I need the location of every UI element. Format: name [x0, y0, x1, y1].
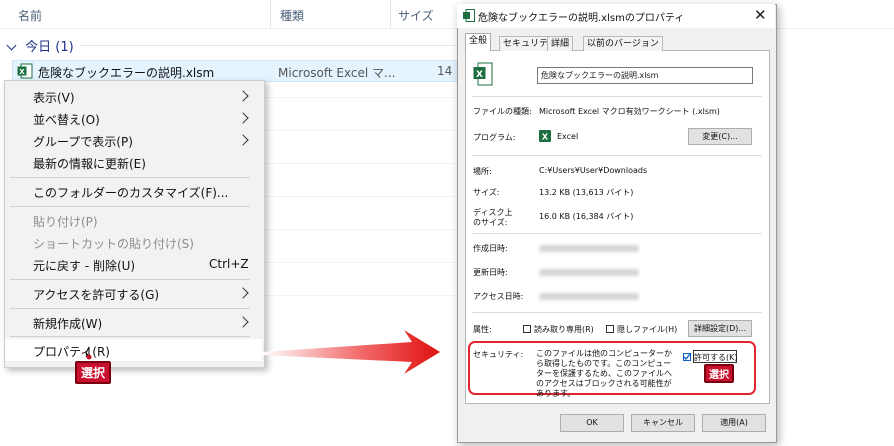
ok-button[interactable]: OK: [560, 414, 624, 432]
section-divider: [472, 312, 762, 313]
menu-item-view[interactable]: 表示(V): [33, 89, 75, 106]
size-label: サイズ:: [473, 188, 500, 197]
svg-text:X: X: [542, 133, 549, 142]
readonly-checkbox[interactable]: [523, 325, 531, 333]
file-type-value: Microsoft Excel マクロ有効ワークシート (.xlsm): [539, 107, 720, 116]
modified-label: 更新日時:: [473, 268, 508, 277]
select-annotation-badge-2: 選択: [704, 364, 734, 383]
location-value: C:¥Users¥User¥Downloads: [539, 166, 648, 175]
hidden-checkbox[interactable]: [606, 325, 614, 333]
group-header-today[interactable]: 今日 (1): [6, 36, 74, 55]
menu-item-give-access[interactable]: アクセスを許可する(G): [33, 286, 159, 303]
menu-separator: [10, 308, 250, 309]
accessed-label: アクセス日時:: [473, 292, 524, 301]
file-name: 危険なブックエラーの説明.xlsm: [38, 66, 215, 80]
select-annotation-badge: 選択: [75, 361, 112, 384]
size-value: 13.2 KB (13,613 バイト): [539, 188, 634, 197]
svg-text:X: X: [476, 70, 483, 80]
menu-item-new[interactable]: 新規作成(W): [33, 315, 102, 332]
section-divider: [472, 233, 762, 234]
hidden-label: 隠しファイル(H): [617, 325, 678, 334]
column-divider[interactable]: [390, 0, 391, 28]
row-divider: [265, 295, 455, 296]
allow-label[interactable]: 許可する(K): [694, 352, 738, 363]
svg-text:X: X: [19, 68, 25, 76]
section-divider: [472, 96, 762, 97]
allow-checkbox[interactable]: [683, 353, 691, 361]
program-label: プログラム:: [473, 133, 516, 142]
advanced-attributes-button[interactable]: 詳細設定(D)...: [688, 320, 752, 337]
row-divider: [265, 130, 455, 131]
row-divider: [265, 97, 455, 98]
shortcut-text: Ctrl+Z: [209, 257, 249, 271]
close-icon[interactable]: ✕: [754, 6, 767, 24]
menu-item-customize-folder[interactable]: このフォルダーのカスタマイズ(F)...: [33, 184, 228, 201]
program-value: Excel: [557, 132, 579, 141]
checkmark-icon: [683, 353, 691, 361]
accessed-value-redacted: [539, 293, 639, 300]
excel-file-large-icon: X: [473, 62, 493, 86]
column-header-type[interactable]: 種類: [280, 7, 304, 24]
group-label: 今日 (1): [25, 40, 74, 55]
menu-item-sort[interactable]: 並べ替え(O): [33, 111, 100, 128]
tab-details[interactable]: 詳細: [547, 36, 574, 51]
column-header-name[interactable]: 名前: [18, 7, 42, 24]
apply-button[interactable]: 適用(A): [702, 414, 766, 432]
menu-separator: [10, 206, 250, 207]
row-divider: [265, 163, 455, 164]
arrow-icon: [262, 330, 440, 374]
menu-item-properties[interactable]: プロパティ(R): [33, 343, 110, 360]
row-divider: [265, 196, 455, 197]
menu-separator: [10, 177, 250, 178]
disk-size-value: 16.0 KB (16,384 バイト): [539, 212, 634, 221]
created-value-redacted: [539, 245, 639, 252]
menu-item-refresh[interactable]: 最新の情報に更新(E): [33, 155, 146, 172]
row-divider: [265, 262, 455, 263]
readonly-label: 読み取り専用(R): [534, 325, 594, 334]
menu-item-paste: 貼り付け(P): [33, 215, 98, 229]
dialog-title: 危険なブックエラーの説明.xlsmのプロパティ: [478, 13, 685, 24]
security-label: セキュリティ:: [473, 350, 524, 359]
excel-file-icon: X: [17, 63, 33, 79]
file-type-label: ファイルの種類:: [473, 107, 532, 116]
filename-input[interactable]: 危険なブックエラーの説明.xlsm: [537, 67, 753, 84]
row-divider: [265, 229, 455, 230]
attributes-label: 属性:: [473, 325, 492, 334]
section-divider: [472, 155, 762, 156]
mouse-cursor-icon: [85, 346, 92, 360]
menu-item-group-by[interactable]: グループで表示(P): [33, 133, 133, 150]
disk-size-label-line2: のサイズ:: [473, 218, 508, 227]
menu-item-undo-delete[interactable]: 元に戻す - 削除(U): [33, 257, 135, 274]
security-message: このファイルは他のコンピューターから取得したものです。このコンピューターを保護す…: [536, 349, 672, 398]
modified-value-redacted: [539, 269, 639, 276]
menu-separator: [10, 336, 250, 337]
column-header-size[interactable]: サイズ: [398, 7, 434, 24]
group-divider: [80, 45, 460, 46]
change-program-button[interactable]: 変更(C)...: [688, 128, 752, 145]
column-divider[interactable]: [270, 0, 271, 28]
menu-item-paste-shortcut: ショートカットの貼り付け(S): [33, 237, 194, 251]
file-type: Microsoft Excel マ...: [278, 66, 396, 80]
tab-general[interactable]: 全般: [465, 33, 492, 51]
excel-app-icon: X: [539, 130, 551, 142]
chevron-down-icon: [6, 40, 17, 51]
tab-previous-versions[interactable]: 以前のバージョン: [583, 36, 663, 51]
created-label: 作成日時:: [473, 244, 508, 253]
cancel-button[interactable]: キャンセル: [631, 414, 695, 432]
location-label: 場所:: [473, 167, 492, 176]
menu-separator: [10, 279, 250, 280]
excel-file-icon: [463, 9, 475, 22]
